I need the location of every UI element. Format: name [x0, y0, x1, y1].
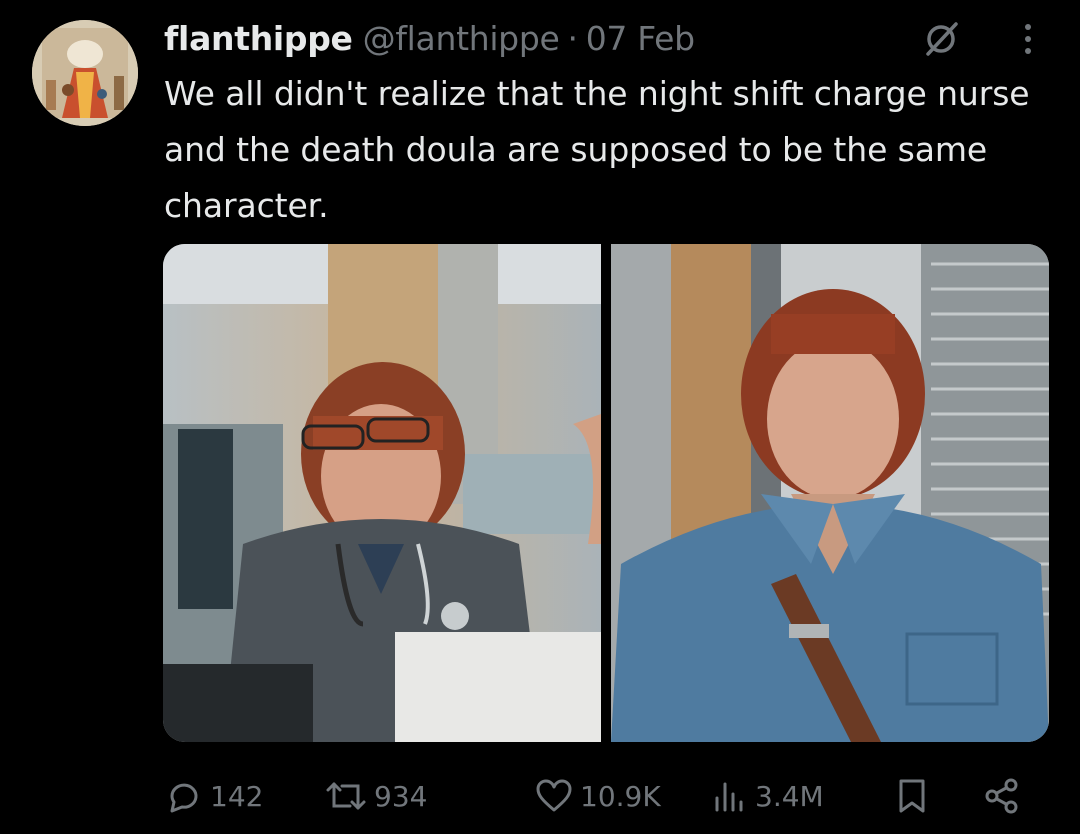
views-icon [715, 782, 743, 812]
share-icon [985, 778, 1018, 814]
retweet-icon [326, 782, 366, 810]
separator-dot: · [567, 18, 578, 58]
user-handle[interactable]: @flanthippe [363, 19, 560, 58]
views-count: 3.4M [755, 779, 824, 813]
retweet-button[interactable]: 934 [324, 768, 427, 824]
reply-button[interactable]: 142 [164, 768, 263, 824]
tweet-date[interactable]: 07 Feb [586, 19, 695, 58]
nurse-in-scrubs-photo[interactable] [163, 244, 601, 742]
woman-in-denim-shirt-photo[interactable] [611, 244, 1049, 742]
avatar[interactable] [32, 20, 138, 126]
share-button[interactable] [982, 768, 1022, 824]
display-name[interactable]: flanthippe [164, 19, 353, 58]
tweet-header: flanthippe @flanthippe · 07 Feb [164, 12, 695, 64]
retweet-count: 934 [374, 779, 428, 813]
like-button[interactable]: 10.9K [534, 768, 661, 824]
tweet: flanthippe @flanthippe · 07 Feb We all d… [0, 0, 1080, 834]
more-options-icon[interactable] [1010, 18, 1046, 60]
media-grid[interactable] [163, 244, 1049, 742]
reply-icon [170, 783, 198, 813]
artwork-avatar-icon [32, 20, 138, 126]
reply-count: 142 [210, 779, 264, 813]
bookmark-button[interactable] [892, 768, 932, 824]
grok-icon[interactable] [920, 18, 962, 60]
action-bar: 142 934 10.9K 3.4M [164, 768, 1034, 824]
tweet-text: We all didn't realize that the night shi… [164, 74, 1030, 225]
bookmark-icon [899, 779, 925, 813]
like-icon [536, 779, 572, 812]
like-count: 10.9K [580, 779, 661, 813]
views-button[interactable]: 3.4M [709, 768, 824, 824]
